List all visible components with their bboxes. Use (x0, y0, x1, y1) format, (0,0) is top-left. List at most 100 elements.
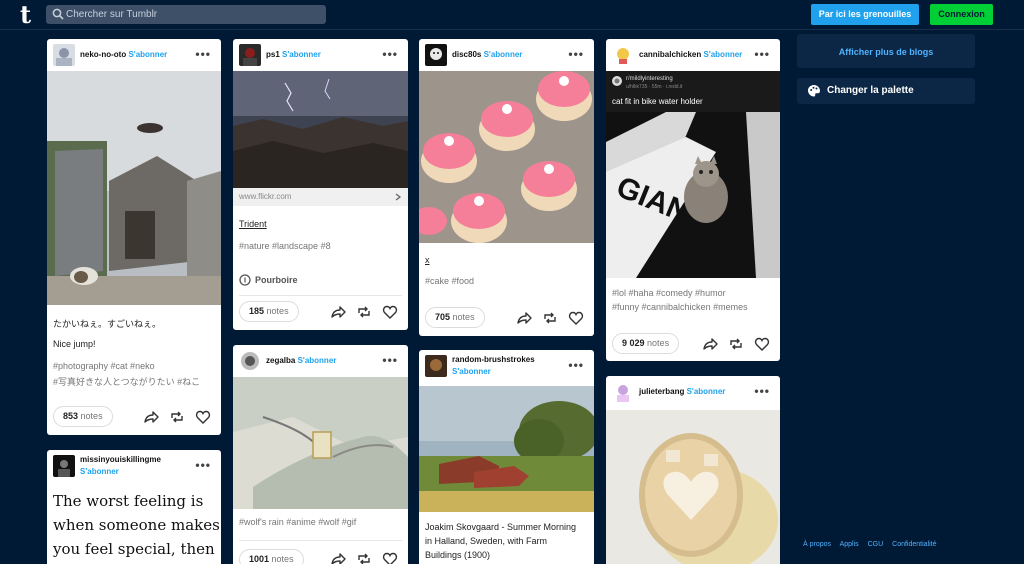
avatar[interactable] (53, 44, 75, 66)
post-card-random-brushstrokes: random-brushstrokes S'abonner ••• Joakim… (419, 350, 594, 564)
cat-in-bike-photo[interactable]: GIAN (606, 112, 780, 278)
reddit-embed-header[interactable]: r/mildlyinteresting u/hlkk735 · 55m · i.… (606, 71, 780, 112)
reblog-icon[interactable] (542, 310, 558, 326)
search-input[interactable] (66, 6, 316, 23)
follow-link[interactable]: S'abonner (687, 387, 726, 396)
notes-count: 9 029 (622, 338, 645, 348)
pink-cakes-photo[interactable] (419, 71, 594, 243)
post-header: neko-no-oto S'abonner ••• (47, 39, 221, 71)
more-options-icon[interactable]: ••• (754, 47, 770, 61)
like-icon[interactable] (382, 304, 398, 320)
lightning-landscape-photo[interactable] (233, 71, 408, 188)
footer-privacy-link[interactable]: Confidentialité (892, 541, 936, 548)
post-tags[interactable]: #wolf's rain #anime #wolf #gif (239, 517, 356, 527)
search-icon (52, 8, 64, 20)
share-icon[interactable] (330, 551, 346, 564)
more-options-icon[interactable]: ••• (568, 47, 584, 61)
avatar[interactable] (612, 44, 634, 66)
notes-button[interactable]: 185 notes (239, 301, 299, 322)
more-options-icon[interactable]: ••• (195, 47, 211, 61)
chevron-right-icon (395, 193, 402, 201)
post-tags-2[interactable]: #funny #cannibalchicken #memes (612, 302, 748, 312)
share-icon[interactable] (702, 336, 718, 352)
cat-jump-photo[interactable] (47, 71, 221, 305)
more-options-icon[interactable]: ••• (568, 358, 584, 372)
follow-link[interactable]: S'abonner (298, 356, 337, 365)
blog-name[interactable]: missinyouiskillingme (80, 455, 161, 464)
post-caption[interactable]: x (425, 255, 430, 265)
follow-link[interactable]: S'abonner (80, 467, 119, 476)
search-box[interactable] (46, 5, 326, 24)
share-icon[interactable] (143, 409, 159, 425)
post-card-ps1: ps1 S'abonner ••• www.flickr.com Trident… (233, 39, 408, 330)
tumblr-logo[interactable]: t (20, 2, 31, 28)
link-title[interactable]: Trident (239, 219, 267, 229)
post-tags[interactable]: #nature #landscape #8 (239, 241, 331, 251)
blog-name[interactable]: zegalba (266, 356, 295, 365)
avatar[interactable] (53, 455, 75, 477)
footer-cgu-link[interactable]: CGU (868, 541, 884, 548)
more-options-icon[interactable]: ••• (195, 458, 211, 472)
notes-button[interactable]: 1001 notes (239, 549, 304, 564)
blog-name[interactable]: neko-no-oto (80, 50, 126, 59)
notes-label: notes (271, 554, 294, 564)
change-palette-button[interactable]: Changer la palette (797, 78, 975, 104)
reddit-avatar-icon (612, 76, 622, 86)
avatar[interactable] (239, 350, 261, 372)
signup-button[interactable]: Par ici les grenouilles (811, 4, 919, 25)
quote-line-2: when someone makes (53, 516, 220, 534)
post-tags-2[interactable]: #写真好きな人とつながりたい #ねこ (53, 375, 215, 388)
reblog-icon[interactable] (728, 336, 744, 352)
notes-button[interactable]: 853 notes (53, 406, 113, 427)
share-icon[interactable] (516, 310, 532, 326)
blog-name[interactable]: ps1 (266, 50, 280, 59)
more-options-icon[interactable]: ••• (382, 47, 398, 61)
post-caption-2: Nice jump! (53, 339, 96, 349)
link-preview-bar[interactable]: www.flickr.com (233, 188, 408, 206)
follow-link[interactable]: S'abonner (484, 50, 523, 59)
more-options-icon[interactable]: ••• (754, 384, 770, 398)
notes-button[interactable]: 9 029 notes (612, 333, 680, 354)
follow-link[interactable]: S'abonner (282, 50, 321, 59)
post-caption: たかいねぇ。すごいねぇ。 (53, 319, 162, 329)
post-actions (330, 304, 402, 322)
like-icon[interactable] (754, 336, 770, 352)
avatar[interactable] (239, 44, 261, 66)
post-tags[interactable]: #lol #haha #comedy #humor (612, 288, 726, 298)
login-button[interactable]: Connexion (930, 4, 993, 25)
reblog-icon[interactable] (169, 409, 185, 425)
blog-name[interactable]: random-brushstrokes (452, 355, 535, 364)
blog-name[interactable]: cannibalchicken (639, 50, 701, 59)
show-more-blogs-button[interactable]: Afficher plus de blogs (797, 34, 975, 68)
painting-image[interactable] (419, 386, 594, 512)
follow-link[interactable]: S'abonner (452, 367, 491, 376)
blog-name[interactable]: disc80s (452, 50, 481, 59)
post-tags[interactable]: #photography #cat #neko (53, 361, 155, 371)
post-card-zegalba: zegalba S'abonner ••• #wolf's rain #anim… (233, 345, 408, 564)
post-header: random-brushstrokes S'abonner ••• (419, 350, 594, 382)
share-icon[interactable] (330, 304, 346, 320)
reblog-icon[interactable] (356, 551, 372, 564)
more-options-icon[interactable]: ••• (382, 353, 398, 367)
like-icon[interactable] (195, 409, 211, 425)
footer-about-link[interactable]: À propos (803, 541, 831, 548)
tip-label: Pourboire (255, 275, 298, 285)
avatar[interactable] (612, 381, 634, 403)
painting-caption-3: Buildings (1900) (425, 550, 491, 560)
notes-button[interactable]: 705 notes (425, 307, 485, 328)
post-actions (702, 336, 774, 354)
reblog-icon[interactable] (356, 304, 372, 320)
footer-apps-link[interactable]: Applis (840, 541, 859, 548)
follow-link[interactable]: S'abonner (703, 50, 742, 59)
follow-link[interactable]: S'abonner (128, 50, 167, 59)
blog-name[interactable]: julieterbang (639, 387, 684, 396)
anime-gif[interactable] (233, 377, 408, 509)
avatar[interactable] (425, 355, 447, 377)
like-icon[interactable] (382, 551, 398, 564)
post-tags[interactable]: #cake #food (425, 276, 474, 286)
iced-coffee-photo[interactable] (606, 410, 780, 564)
divider (239, 540, 402, 541)
like-icon[interactable] (568, 310, 584, 326)
notes-label: notes (647, 338, 670, 348)
avatar[interactable] (425, 44, 447, 66)
